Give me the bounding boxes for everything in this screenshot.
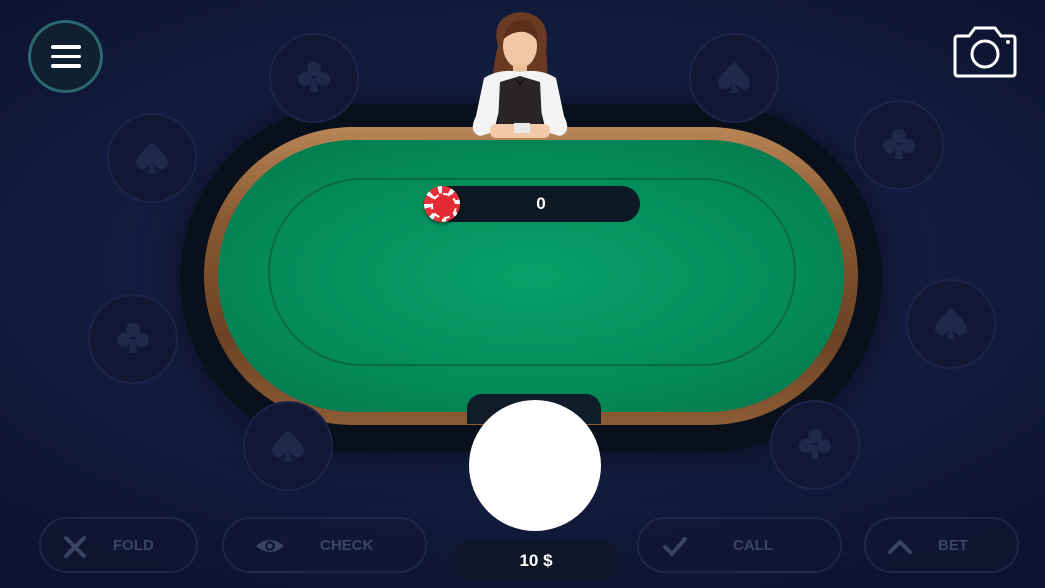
club-icon xyxy=(117,323,149,353)
call-button[interactable]: CALL xyxy=(637,517,842,573)
spade-icon xyxy=(935,308,967,339)
spade-icon xyxy=(136,142,168,173)
player-stack-value: 10 $ xyxy=(519,551,553,570)
club-icon xyxy=(883,129,915,159)
player-avatar[interactable] xyxy=(469,400,601,531)
chevron-up-icon xyxy=(888,540,912,554)
club-icon xyxy=(298,62,330,92)
spade-icon xyxy=(718,62,750,93)
seat-2[interactable] xyxy=(689,33,779,123)
seat-7[interactable] xyxy=(243,401,333,491)
player-stack: 10 $ xyxy=(455,542,617,580)
dealer-avatar xyxy=(472,12,568,138)
fold-button[interactable]: FOLD xyxy=(39,517,198,573)
seat-8[interactable] xyxy=(770,400,860,490)
checkmark-icon xyxy=(663,537,687,556)
eye-icon xyxy=(256,540,284,552)
pot-display: 0 xyxy=(432,186,640,222)
spade-icon xyxy=(272,430,304,461)
seat-4[interactable] xyxy=(854,100,944,190)
hamburger-icon-line xyxy=(50,64,81,68)
hamburger-icon-line xyxy=(50,54,81,59)
bet-label: BET xyxy=(938,536,968,554)
call-label: CALL xyxy=(733,536,773,554)
club-icon xyxy=(799,429,831,459)
chip-icon xyxy=(424,186,460,222)
bet-button[interactable]: BET xyxy=(864,517,1019,573)
pot-value: 0 xyxy=(536,194,546,213)
check-label: CHECK xyxy=(320,536,374,554)
seat-1[interactable] xyxy=(269,33,359,123)
camera-icon[interactable] xyxy=(951,25,1019,79)
seat-5[interactable] xyxy=(88,294,178,384)
hamburger-icon-line xyxy=(50,45,81,49)
check-button[interactable]: CHECK xyxy=(222,517,427,573)
x-icon xyxy=(64,536,86,558)
seat-3[interactable] xyxy=(107,113,197,203)
seat-6[interactable] xyxy=(906,279,996,369)
menu-button[interactable] xyxy=(28,20,103,93)
fold-label: FOLD xyxy=(113,536,154,554)
